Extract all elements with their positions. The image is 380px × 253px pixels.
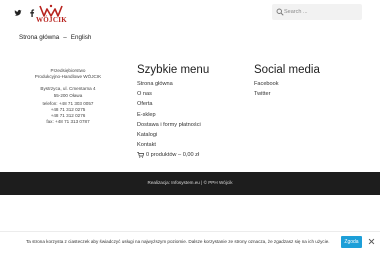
quick-menu-link-offer[interactable]: Oferta xyxy=(137,99,247,109)
quick-menu-widget: Szybkie menu Strona główna O nas Oferta … xyxy=(137,64,247,160)
widget-title: Social media xyxy=(254,64,320,76)
quick-menu-link-eshop[interactable]: E-sklep xyxy=(137,110,247,120)
twitter-icon[interactable] xyxy=(14,9,22,17)
search-box xyxy=(272,4,362,20)
close-icon[interactable] xyxy=(368,238,375,245)
city: 55-200 Oława xyxy=(53,92,83,98)
header-social-icons xyxy=(14,9,36,17)
social-media-widget: Social media Facebook Twitter xyxy=(254,64,364,99)
site-header: WÓJCIK Strona główna – English xyxy=(0,0,380,48)
facebook-icon[interactable] xyxy=(28,9,36,17)
footer-bar: Realizacja: Infosystem.eu | © PPH Wójcik xyxy=(0,172,380,195)
top-navigation: Strona główna – English xyxy=(19,34,91,41)
nav-separator: – xyxy=(63,34,67,41)
cart-link[interactable]: 0 produktów – 0,00 zł xyxy=(137,150,247,160)
cookie-accept-button[interactable]: Zgoda xyxy=(341,236,362,248)
logo-text: WÓJCIK xyxy=(36,16,67,24)
search-icon[interactable] xyxy=(276,8,284,16)
cookie-notice: Ta strona korzysta z ciasteczek aby świa… xyxy=(0,231,380,253)
quick-menu-link-catalogs[interactable]: Katalogi xyxy=(137,130,247,140)
social-link-facebook[interactable]: Facebook xyxy=(254,79,364,89)
nav-link-english[interactable]: English xyxy=(71,34,92,41)
cart-summary: 0 produktów – 0,00 zł xyxy=(146,152,200,159)
contact-widget: Przedsiębiorstwo Produkcyjno-Handlowe WÓ… xyxy=(16,68,120,126)
nav-link-home[interactable]: Strona główna xyxy=(19,34,59,41)
quick-menu-link-about[interactable]: O nas xyxy=(137,89,247,99)
social-link-twitter[interactable]: Twitter xyxy=(254,89,364,99)
quick-menu-link-delivery[interactable]: Dostawa i formy płatności xyxy=(137,120,247,130)
company-line: Produkcyjno-Handlowe WÓJCIK xyxy=(34,74,102,80)
widget-title: Szybkie menu xyxy=(137,64,210,76)
address: Bystrzyca, ul. Cmentarna 4 55-200 Oława xyxy=(16,86,120,98)
quick-menu-link-contact[interactable]: Kontakt xyxy=(137,140,247,150)
company-name: Przedsiębiorstwo Produkcyjno-Handlowe WÓ… xyxy=(16,68,120,80)
cookie-text: Ta strona korzysta z ciasteczek aby świa… xyxy=(26,239,330,244)
search-input[interactable] xyxy=(284,5,360,19)
cart-icon xyxy=(137,152,144,159)
quick-menu-link-home[interactable]: Strona główna xyxy=(137,79,247,89)
footer-widgets: Przedsiębiorstwo Produkcyjno-Handlowe WÓ… xyxy=(0,56,380,172)
fax: fax: +48 71 313 0787 xyxy=(46,119,90,125)
copyright-text: Realizacja: Infosystem.eu | © PPH Wójcik xyxy=(147,180,233,185)
